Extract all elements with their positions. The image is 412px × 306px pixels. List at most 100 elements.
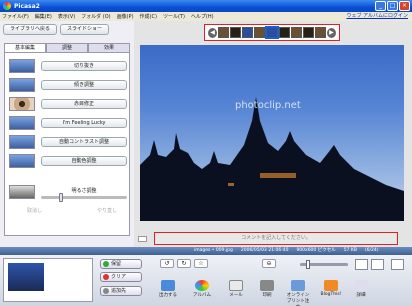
auto-color-button[interactable]: 自動色調整 [41,156,127,166]
redeye-thumb [9,97,35,111]
online-print-button[interactable]: オンラインプリント注文 [285,280,311,306]
print-label: 印刷 [262,293,272,298]
details-label: 詳細 [356,293,366,298]
picasa-app-icon [3,2,11,10]
slider-handle[interactable] [59,193,63,202]
printer-icon [260,280,274,291]
back-to-library-button[interactable]: ライブラリへ戻る [3,24,58,35]
filmstrip-thumb[interactable] [254,27,266,38]
clear-icon [103,274,109,280]
hold-icon [103,261,109,267]
menu-picture[interactable]: 画像(P) [117,13,134,20]
temple-silhouette [140,97,404,221]
auto-contrast-button[interactable]: 自動コントラスト調整 [41,137,127,147]
status-datetime: 2006/05/03 21:06:40 [240,248,289,253]
hold-label: 保留 [111,261,122,267]
filmstrip-thumb-selected[interactable] [265,26,279,39]
add-to-icon [103,288,109,294]
details-icon [354,280,368,291]
auto-contrast-thumb [9,135,35,149]
clear-label: クリア [111,274,127,280]
web-album-login-link[interactable]: ウェブ アルバムにログイン [346,12,408,21]
menu-tools[interactable]: ツール(T) [163,13,185,20]
previous-arrow-icon[interactable]: ◀ [208,27,218,38]
clear-button[interactable]: クリア [100,272,142,282]
status-filename: images • 009.jpg [194,248,233,253]
status-index: (6/24) [364,248,379,253]
hold-button[interactable]: 保留 [100,259,142,269]
fill-light-label: 明るさ調整 [71,188,97,194]
export-label: 出力する [159,293,177,298]
menu-create[interactable]: 作成(C) [140,13,157,20]
main-photo: photoclip.net [140,45,404,221]
filmstrip-thumb[interactable] [218,27,230,38]
basic-edit-tools: 切り抜き 傾き調整 赤目修正 I'm Feeling Lucky 自動コントラス… [4,52,130,236]
export-button[interactable]: 出力する [155,280,181,298]
undo-button[interactable]: 取消し [27,207,42,214]
menu-edit[interactable]: 編集(E) [35,13,52,20]
filmstrip-thumb[interactable] [242,27,254,38]
next-arrow-icon[interactable]: ▶ [326,27,337,38]
blogthis-button[interactable]: BlogThis! [318,280,344,297]
window-title: Picasa2 [14,2,40,10]
filmstrip-thumb[interactable] [314,27,326,38]
blogger-icon [324,280,338,291]
details-button[interactable]: 詳細 [348,280,374,298]
email-label: メール [229,293,243,298]
menu-folder[interactable]: フォルダ (O) [81,13,110,20]
add-to-label: 追加先 [111,288,127,294]
menu-help[interactable]: ヘルプ(H) [191,13,214,20]
title-bar: Picasa2 _ □ × [0,0,412,12]
add-to-button[interactable]: 追加先 [100,286,142,296]
photo-tray-bar: 保留 クリア 追加先 ↺ ↻ ☆ ⊖ 出力する アルバム メール 印刷 オンライ… [0,255,412,306]
fill-light-thumb [9,185,35,199]
zoom-slider[interactable] [300,260,348,269]
comment-field[interactable]: コメントを記入してください。 [154,232,398,245]
print-button[interactable]: 印刷 [254,280,280,298]
crop-thumb [9,59,35,73]
feeling-lucky-thumb [9,116,35,130]
tab-adjust[interactable]: 調整 [46,43,88,52]
export-icon [161,280,175,291]
filmstrip-thumb[interactable] [230,27,242,38]
auto-color-thumb [9,154,35,168]
album-button[interactable]: アルバム [189,280,215,298]
filmstrip-thumb[interactable] [278,27,290,38]
menu-file[interactable]: ファイル(F) [2,13,29,20]
redeye-button[interactable]: 赤目修正 [41,99,127,109]
star-button[interactable]: ☆ [194,259,208,268]
slideshow-button[interactable]: スライドショー [60,24,110,35]
filmstrip-thumb[interactable] [290,27,302,38]
email-button[interactable]: メール [223,280,249,298]
menu-view[interactable]: 表示(V) [58,13,75,20]
online-print-icon [291,280,305,291]
rotate-right-button[interactable]: ↻ [177,259,191,268]
email-icon [229,280,243,291]
online-print-label: オンラインプリント注文 [286,293,310,306]
view-grid-button[interactable] [391,259,404,270]
tray-thumbnail[interactable] [8,263,44,291]
view-compare-button[interactable] [371,259,384,270]
maximize-button[interactable]: □ [387,1,398,11]
status-filesize: 57 KB [343,248,357,253]
tab-effects[interactable]: 効果 [88,43,130,52]
filmstrip-thumb[interactable] [302,27,314,38]
crop-button[interactable]: 切り抜き [41,61,127,71]
album-icon [195,280,209,291]
close-button[interactable]: × [399,1,410,11]
redo-button[interactable]: やり直し [97,207,117,214]
caption-toggle-button[interactable] [138,236,147,242]
zoom-out-button[interactable]: ⊖ [262,259,276,268]
tab-basic-edit[interactable]: 基本編集 [4,43,46,52]
rotate-left-button[interactable]: ↺ [160,259,174,268]
straighten-button[interactable]: 傾き調整 [41,80,127,90]
view-single-button[interactable] [355,259,368,270]
fill-light-slider[interactable] [41,193,127,202]
feeling-lucky-button[interactable]: I'm Feeling Lucky [41,118,127,128]
watermark: photoclip.net [235,100,301,111]
edit-panel: ライブラリへ戻る スライドショー 基本編集 調整 効果 切り抜き 傾き調整 赤目… [0,21,134,247]
photo-viewer: ◀ ▶ photoclip.net コメントを記入してください。 [134,21,412,247]
minimize-button[interactable]: _ [375,1,386,11]
photo-tray [3,258,93,302]
zoom-handle[interactable] [306,260,310,269]
